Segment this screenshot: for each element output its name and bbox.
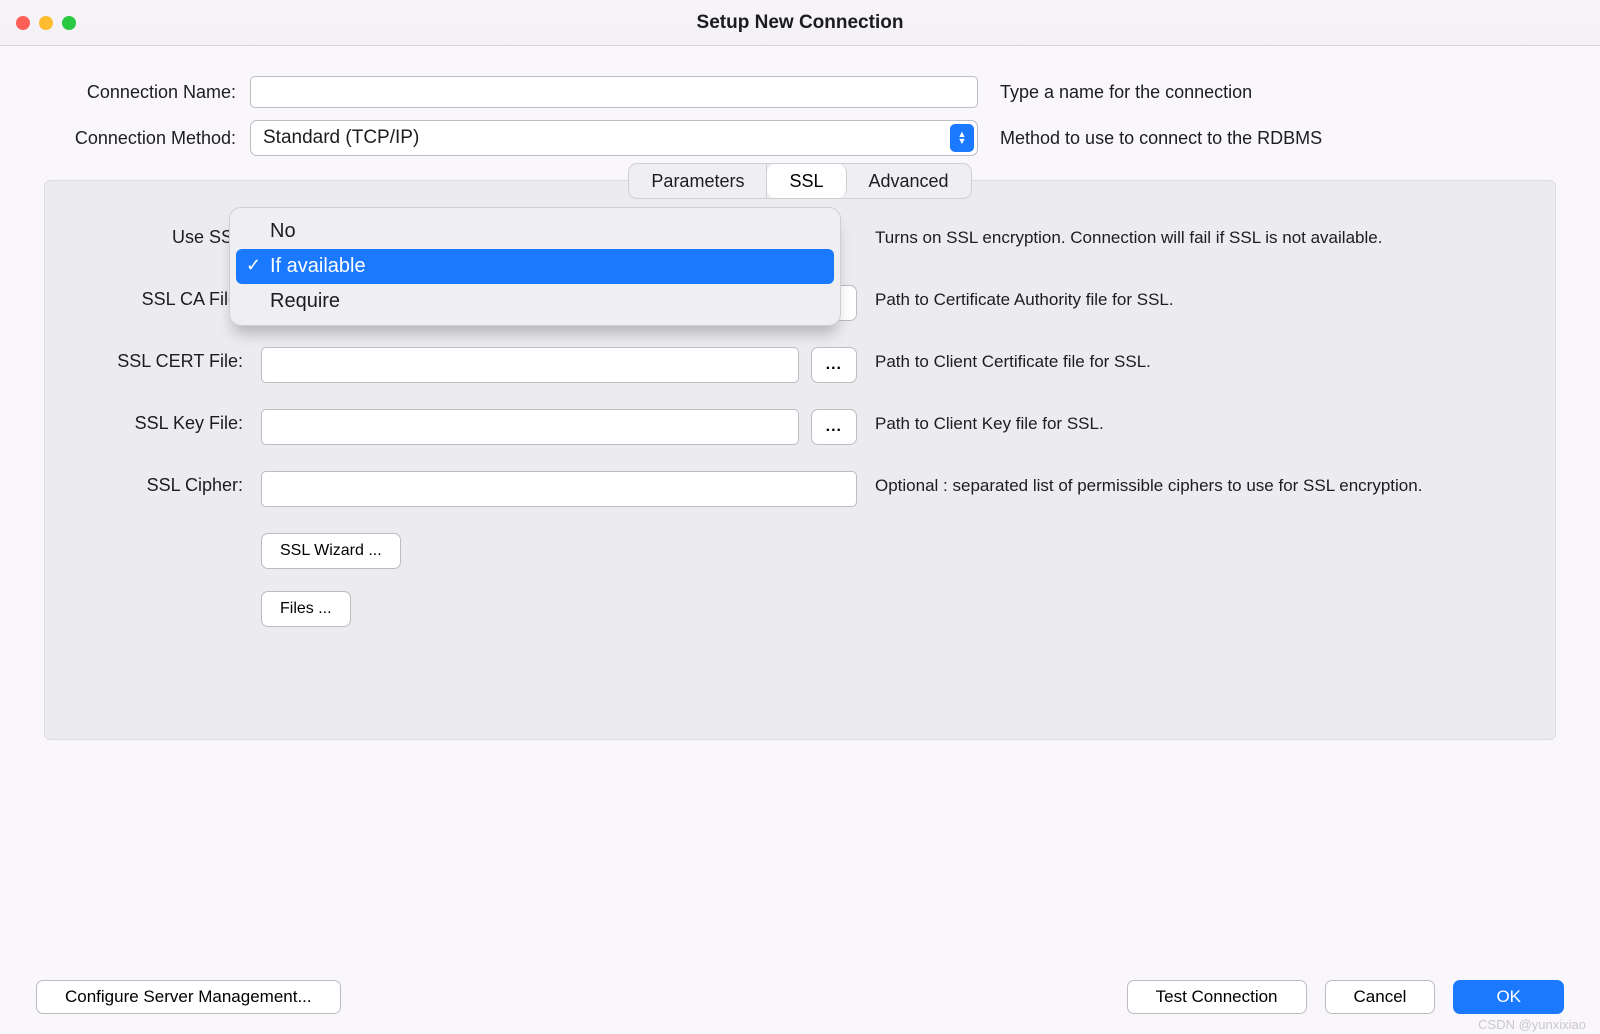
dropdown-option-require[interactable]: Require	[236, 284, 834, 319]
cancel-button[interactable]: Cancel	[1325, 980, 1436, 1014]
close-icon[interactable]	[16, 16, 30, 30]
chevron-updown-icon	[950, 124, 974, 152]
use-ssl-label: Use SSL	[73, 223, 243, 248]
connection-name-helper: Type a name for the connection	[992, 82, 1252, 103]
connection-name-row: Connection Name: Type a name for the con…	[38, 76, 1562, 108]
tab-advanced[interactable]: Advanced	[847, 164, 971, 198]
tabbar: Parameters SSL Advanced	[73, 163, 1527, 199]
dropdown-option-no[interactable]: No	[236, 214, 834, 249]
use-ssl-dropdown[interactable]: No If available Require	[229, 207, 841, 326]
ssl-cert-row: SSL CERT File: ... Path to Client Certif…	[73, 347, 1527, 383]
maximize-icon[interactable]	[62, 16, 76, 30]
titlebar: Setup New Connection	[0, 0, 1600, 46]
tab-ssl[interactable]: SSL	[767, 164, 846, 198]
connection-method-helper: Method to use to connect to the RDBMS	[992, 128, 1322, 149]
connection-method-select[interactable]: Standard (TCP/IP)	[250, 120, 978, 156]
ssl-files-button[interactable]: Files ...	[261, 591, 351, 627]
minimize-icon[interactable]	[39, 16, 53, 30]
ssl-cert-label: SSL CERT File:	[73, 347, 243, 372]
ssl-cert-helper: Path to Client Certificate file for SSL.	[875, 347, 1527, 374]
watermark-text: CSDN @yunxixiao	[1478, 1017, 1586, 1032]
ssl-cert-input[interactable]	[261, 347, 799, 383]
ssl-key-browse-button[interactable]: ...	[811, 409, 857, 445]
connection-method-row: Connection Method: Standard (TCP/IP) Met…	[38, 120, 1562, 156]
ssl-key-row: SSL Key File: ... Path to Client Key fil…	[73, 409, 1527, 445]
connection-name-label: Connection Name:	[38, 82, 236, 103]
ssl-cipher-input[interactable]	[261, 471, 857, 507]
ssl-cert-browse-button[interactable]: ...	[811, 347, 857, 383]
dropdown-option-if-available[interactable]: If available	[236, 249, 834, 284]
ssl-key-input[interactable]	[261, 409, 799, 445]
ssl-ca-label: SSL CA File:	[73, 285, 243, 310]
ssl-key-label: SSL Key File:	[73, 409, 243, 434]
ssl-ca-helper: Path to Certificate Authority file for S…	[875, 285, 1527, 312]
ok-button[interactable]: OK	[1453, 980, 1564, 1014]
ssl-key-helper: Path to Client Key file for SSL.	[875, 409, 1527, 436]
tab-parameters[interactable]: Parameters	[629, 164, 767, 198]
use-ssl-helper: Turns on SSL encryption. Connection will…	[875, 223, 1527, 250]
connection-method-value: Standard (TCP/IP)	[263, 127, 419, 149]
window-title: Setup New Connection	[697, 12, 904, 34]
bottom-button-bar: Configure Server Management... Test Conn…	[0, 980, 1600, 1014]
ssl-wizard-button[interactable]: SSL Wizard ...	[261, 533, 401, 569]
traffic-lights	[16, 0, 76, 45]
ssl-cipher-row: SSL Cipher: Optional : separated list of…	[73, 471, 1527, 507]
connection-method-label: Connection Method:	[38, 128, 236, 149]
connection-name-input[interactable]	[250, 76, 978, 108]
test-connection-button[interactable]: Test Connection	[1127, 980, 1307, 1014]
connection-header: Connection Name: Type a name for the con…	[0, 46, 1600, 180]
ssl-action-stack: SSL Wizard ... Files ...	[73, 533, 1527, 627]
configure-server-button[interactable]: Configure Server Management...	[36, 980, 341, 1014]
ssl-cipher-helper: Optional : separated list of permissible…	[875, 471, 1527, 498]
ssl-cipher-label: SSL Cipher:	[73, 471, 243, 496]
